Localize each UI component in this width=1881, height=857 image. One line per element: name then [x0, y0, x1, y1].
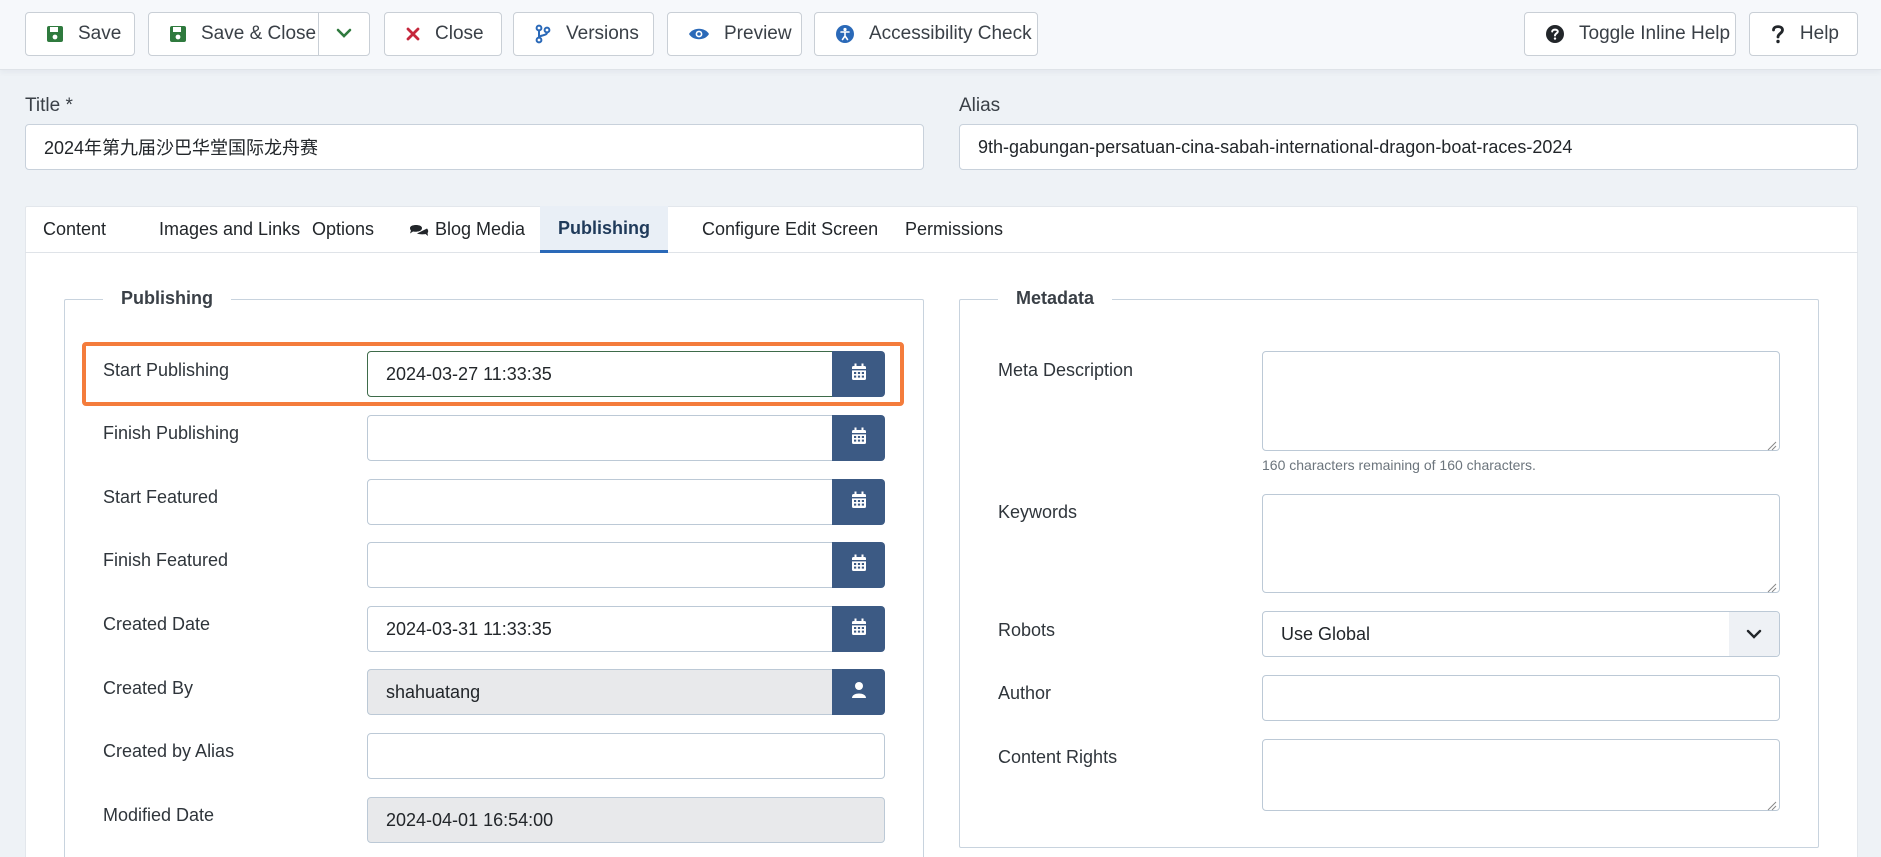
- chevron-down-icon: [336, 25, 352, 43]
- toolbar: Save Save & Close Close Versions Preview: [0, 0, 1881, 70]
- finish-publishing-label: Finish Publishing: [103, 423, 240, 443]
- finish-featured-calendar-button[interactable]: [832, 542, 885, 588]
- save-close-button[interactable]: Save & Close: [148, 12, 320, 56]
- meta-description-label: Meta Description: [998, 360, 1134, 380]
- save-icon: [169, 22, 187, 46]
- branch-icon: [534, 22, 552, 46]
- metadata-legend: Metadata: [998, 288, 1113, 309]
- start-featured-calendar-button[interactable]: [832, 479, 885, 525]
- created-date-calendar-button[interactable]: [832, 606, 885, 652]
- finish-publishing-input[interactable]: [367, 415, 834, 461]
- start-featured-label: Start Featured: [103, 487, 219, 507]
- created-by-input: shahuatang: [367, 669, 834, 715]
- author-label: Author: [998, 683, 1052, 703]
- author-input[interactable]: [1262, 675, 1780, 721]
- modified-date-label: Modified Date: [103, 805, 215, 825]
- save-options-dropdown[interactable]: [318, 12, 370, 56]
- save-button[interactable]: Save: [25, 12, 135, 56]
- start-featured-input[interactable]: [367, 479, 834, 525]
- alias-label: Alias: [959, 95, 1001, 116]
- finish-featured-input[interactable]: [367, 542, 834, 588]
- question-circle-icon: [1545, 22, 1565, 46]
- close-button[interactable]: Close: [384, 12, 502, 56]
- user-icon: [851, 681, 867, 704]
- created-by-alias-input[interactable]: [367, 733, 885, 779]
- question-icon: [1770, 22, 1786, 46]
- finish-featured-label: Finish Featured: [103, 550, 229, 570]
- accessibility-check-button[interactable]: Accessibility Check: [814, 12, 1038, 56]
- modified-date-input: 2024-04-01 16:54:00: [367, 797, 885, 843]
- start-publishing-label: Start Publishing: [103, 360, 230, 380]
- resize-grip-icon: [1767, 580, 1777, 593]
- publishing-legend: Publishing: [103, 288, 231, 309]
- start-publishing-input[interactable]: 2024-03-27 11:33:35: [367, 351, 834, 397]
- finish-publishing-calendar-button[interactable]: [832, 415, 885, 461]
- meta-description-textarea[interactable]: [1262, 351, 1780, 451]
- help-button[interactable]: Help: [1749, 12, 1858, 56]
- keywords-label: Keywords: [998, 502, 1078, 522]
- calendar-icon: [851, 427, 867, 450]
- robots-select[interactable]: Use Global: [1262, 611, 1780, 657]
- tab-permissions[interactable]: Permissions: [887, 206, 1021, 253]
- tab-blog-media[interactable]: Blog Media: [391, 206, 543, 253]
- calendar-icon: [851, 554, 867, 577]
- title-input[interactable]: 2024年第九届沙巴华堂国际龙舟赛: [25, 124, 924, 170]
- tab-configure-edit-screen[interactable]: Configure Edit Screen: [684, 206, 896, 253]
- created-date-input[interactable]: 2024-03-31 11:33:35: [367, 606, 834, 652]
- title-label: Title *: [25, 95, 73, 116]
- tab-bar: Content Images and Links Options Blog Me…: [25, 206, 1858, 253]
- created-date-label: Created Date: [103, 614, 211, 634]
- save-icon: [46, 22, 64, 46]
- comments-icon: [409, 222, 429, 238]
- tab-content[interactable]: Content: [25, 206, 124, 253]
- created-by-alias-label: Created by Alias: [103, 741, 235, 761]
- start-publishing-calendar-button[interactable]: [832, 351, 885, 397]
- meta-description-hint: 160 characters remaining of 160 characte…: [1262, 457, 1536, 473]
- keywords-textarea[interactable]: [1262, 494, 1780, 593]
- toggle-inline-help-button[interactable]: Toggle Inline Help: [1524, 12, 1736, 56]
- close-icon: [405, 22, 421, 46]
- preview-button[interactable]: Preview: [667, 12, 802, 56]
- eye-icon: [688, 22, 710, 46]
- robots-label: Robots: [998, 620, 1056, 640]
- calendar-icon: [851, 363, 867, 386]
- chevron-down-icon: [1729, 612, 1779, 656]
- content-rights-label: Content Rights: [998, 747, 1118, 767]
- tab-images-and-links[interactable]: Images and Links: [141, 206, 318, 253]
- tab-publishing[interactable]: Publishing: [540, 206, 668, 253]
- accessibility-icon: [835, 22, 855, 46]
- resize-grip-icon: [1767, 438, 1777, 451]
- calendar-icon: [851, 618, 867, 641]
- created-by-label: Created By: [103, 678, 194, 698]
- tab-options[interactable]: Options: [294, 206, 392, 253]
- content-rights-textarea[interactable]: [1262, 739, 1780, 811]
- versions-button[interactable]: Versions: [513, 12, 654, 56]
- select-user-button[interactable]: [832, 669, 885, 715]
- calendar-icon: [851, 491, 867, 514]
- resize-grip-icon: [1767, 798, 1777, 811]
- alias-input[interactable]: 9th-gabungan-persatuan-cina-sabah-intern…: [959, 124, 1858, 170]
